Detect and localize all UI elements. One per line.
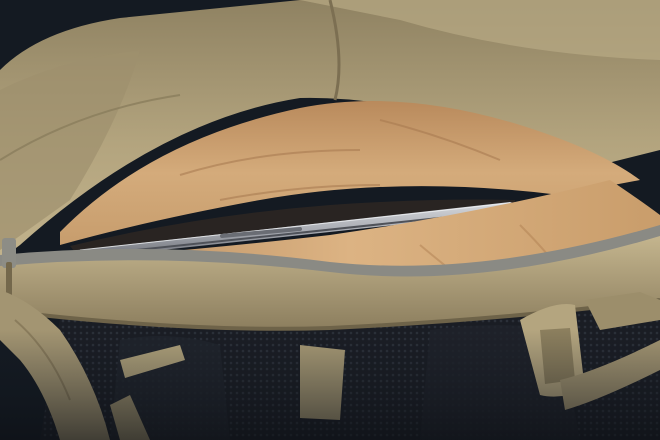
photo-frame	[0, 0, 660, 440]
bottom-vignette	[0, 330, 660, 440]
backpack-photo	[0, 0, 660, 440]
